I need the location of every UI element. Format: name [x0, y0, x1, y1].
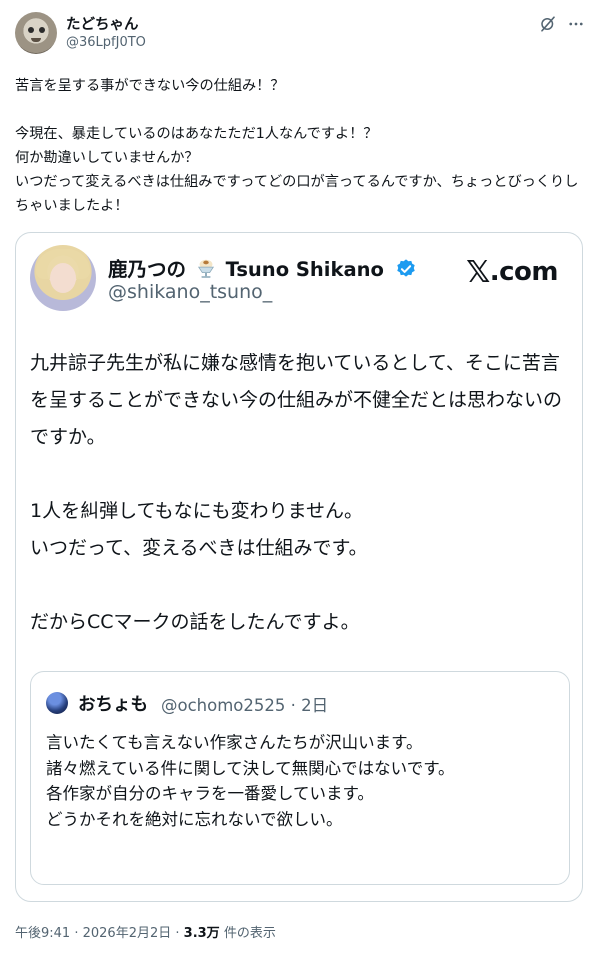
- embed-author-handle[interactable]: @shikano_tsuno_: [108, 281, 272, 303]
- quote-avatar[interactable]: [46, 692, 68, 714]
- author-handle[interactable]: @36LpfJ0TO: [66, 35, 146, 50]
- parfait-icon: [197, 259, 214, 278]
- meta-separator: ·: [70, 926, 83, 941]
- view-label: 件の表示: [219, 926, 276, 941]
- post-time[interactable]: 午後9:41: [15, 926, 70, 941]
- quoted-post-card[interactable]: おちょも @ochomo2525 · 2日 言いたくても言えない作家さんたちが沢…: [30, 671, 570, 885]
- grok-icon[interactable]: [539, 15, 557, 33]
- author-name[interactable]: たどちゃん: [66, 13, 139, 34]
- quote-author-name[interactable]: おちょも: [78, 691, 148, 716]
- embed-name-part2: Tsuno Shikano: [225, 258, 384, 281]
- meta-separator: ·: [171, 926, 184, 941]
- embed-avatar[interactable]: [30, 245, 96, 311]
- embed-name-part1: 鹿乃つの: [108, 258, 187, 281]
- tweet-header: たどちゃん @36LpfJ0TO: [15, 12, 585, 56]
- post-meta: 午後9:41 · 2026年2月2日 · 3.3万 件の表示: [15, 922, 276, 941]
- x-logo-glyph: 𝕏: [466, 255, 490, 290]
- x-com-text: .com: [489, 257, 559, 287]
- more-icon[interactable]: [567, 15, 585, 33]
- embed-author-name[interactable]: 鹿乃つの Tsuno Shikano: [108, 253, 417, 282]
- embed-post-text: 九井諒子先生が私に嫌な感情を抱いているとして、そこに苦言を呈することができない今…: [30, 352, 563, 633]
- quote-post-text: 言いたくても言えない作家さんたちが沢山います。 諸々燃えている件に関して決して無…: [46, 733, 455, 829]
- quote-author-meta: @ochomo2525 · 2日: [161, 696, 329, 715]
- view-count: 3.3万: [183, 926, 220, 941]
- x-com-logo[interactable]: 𝕏.com: [466, 255, 558, 290]
- tweet-text: 苦言を呈する事ができない今の仕組み！？ 今現在、暴走しているのはあなたただ1人な…: [15, 78, 579, 214]
- verified-icon: [396, 259, 415, 277]
- embedded-post-card[interactable]: 鹿乃つの Tsuno Shikano @shikano_tsuno_ 𝕏.com…: [15, 232, 583, 902]
- avatar[interactable]: [15, 12, 57, 54]
- post-date[interactable]: 2026年2月2日: [83, 926, 172, 941]
